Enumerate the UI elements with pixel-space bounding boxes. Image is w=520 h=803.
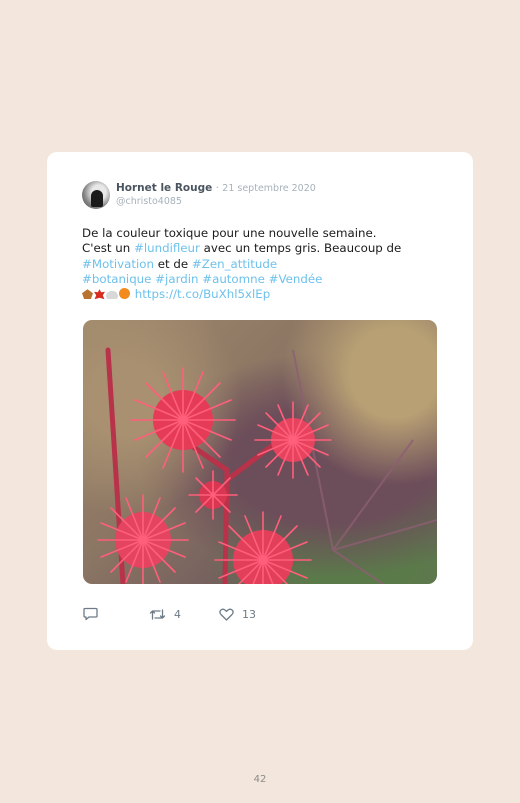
reply-button[interactable] [83,605,106,623]
hashtag-motivation[interactable]: #Motivation [82,257,154,271]
like-count: 13 [242,607,256,621]
text-line-3: #Motivation et de #Zen_attitude [82,257,442,272]
tweet-date[interactable]: 21 septembre 2020 [222,183,316,194]
flower-photo-icon [97,347,437,584]
retweet-count: 4 [174,607,181,621]
text-fragment: C'est un [82,241,134,256]
text-line-5: https://t.co/BuXhl5xlEp [82,287,442,302]
like-button[interactable]: 13 [219,605,256,623]
cloud-icon [106,291,118,300]
page: Hornet le Rouge · 21 septembre 2020 @chr… [0,0,520,803]
hashtag-zen-attitude[interactable]: #Zen_attitude [192,257,277,271]
avatar[interactable] [82,181,110,209]
hashtag-lundifleur[interactable]: #lundifleur [134,241,200,255]
retweet-icon [149,608,166,620]
author-handle[interactable]: @christo4085 [116,196,182,207]
tweet-text: De la couleur toxique pour une nouvelle … [82,226,442,302]
text-line-2: C'est un #lundifleur avec un temps gris.… [82,241,442,256]
tweet-card: Hornet le Rouge · 21 septembre 2020 @chr… [47,152,473,650]
tweet-actions: 4 13 [83,605,443,623]
reply-icon [83,607,98,621]
hashtag-jardin[interactable]: #jardin [155,272,198,286]
text-fragment: et de [154,256,192,271]
tweet-photo[interactable] [83,320,437,584]
text-line-4: #botanique #jardin #automne #Vendée [82,272,442,287]
jack-o-lantern-icon [119,288,130,300]
page-number: 42 [253,774,267,785]
tweet-header: Hornet le Rouge · 21 septembre 2020 @chr… [82,181,442,211]
tweet-link[interactable]: https://t.co/BuXhl5xlEp [135,287,270,301]
author-name[interactable]: Hornet le Rouge [116,182,212,194]
spiky-pods [97,367,332,584]
fallen-leaf-icon [82,289,93,300]
author-line: Hornet le Rouge · 21 septembre 2020 [116,182,316,194]
maple-leaf-icon [94,289,105,300]
retweet-button[interactable]: 4 [149,605,181,623]
text-fragment: avec un temps gris. Beaucoup de [199,241,402,256]
text-line-1: De la couleur toxique pour une nouvelle … [82,226,377,240]
hashtag-botanique[interactable]: #botanique [82,272,151,286]
hashtag-automne[interactable]: #automne [202,272,265,286]
separator-dot: · [215,182,219,194]
hashtag-vendee[interactable]: #Vendée [269,272,323,286]
heart-icon [219,608,234,621]
